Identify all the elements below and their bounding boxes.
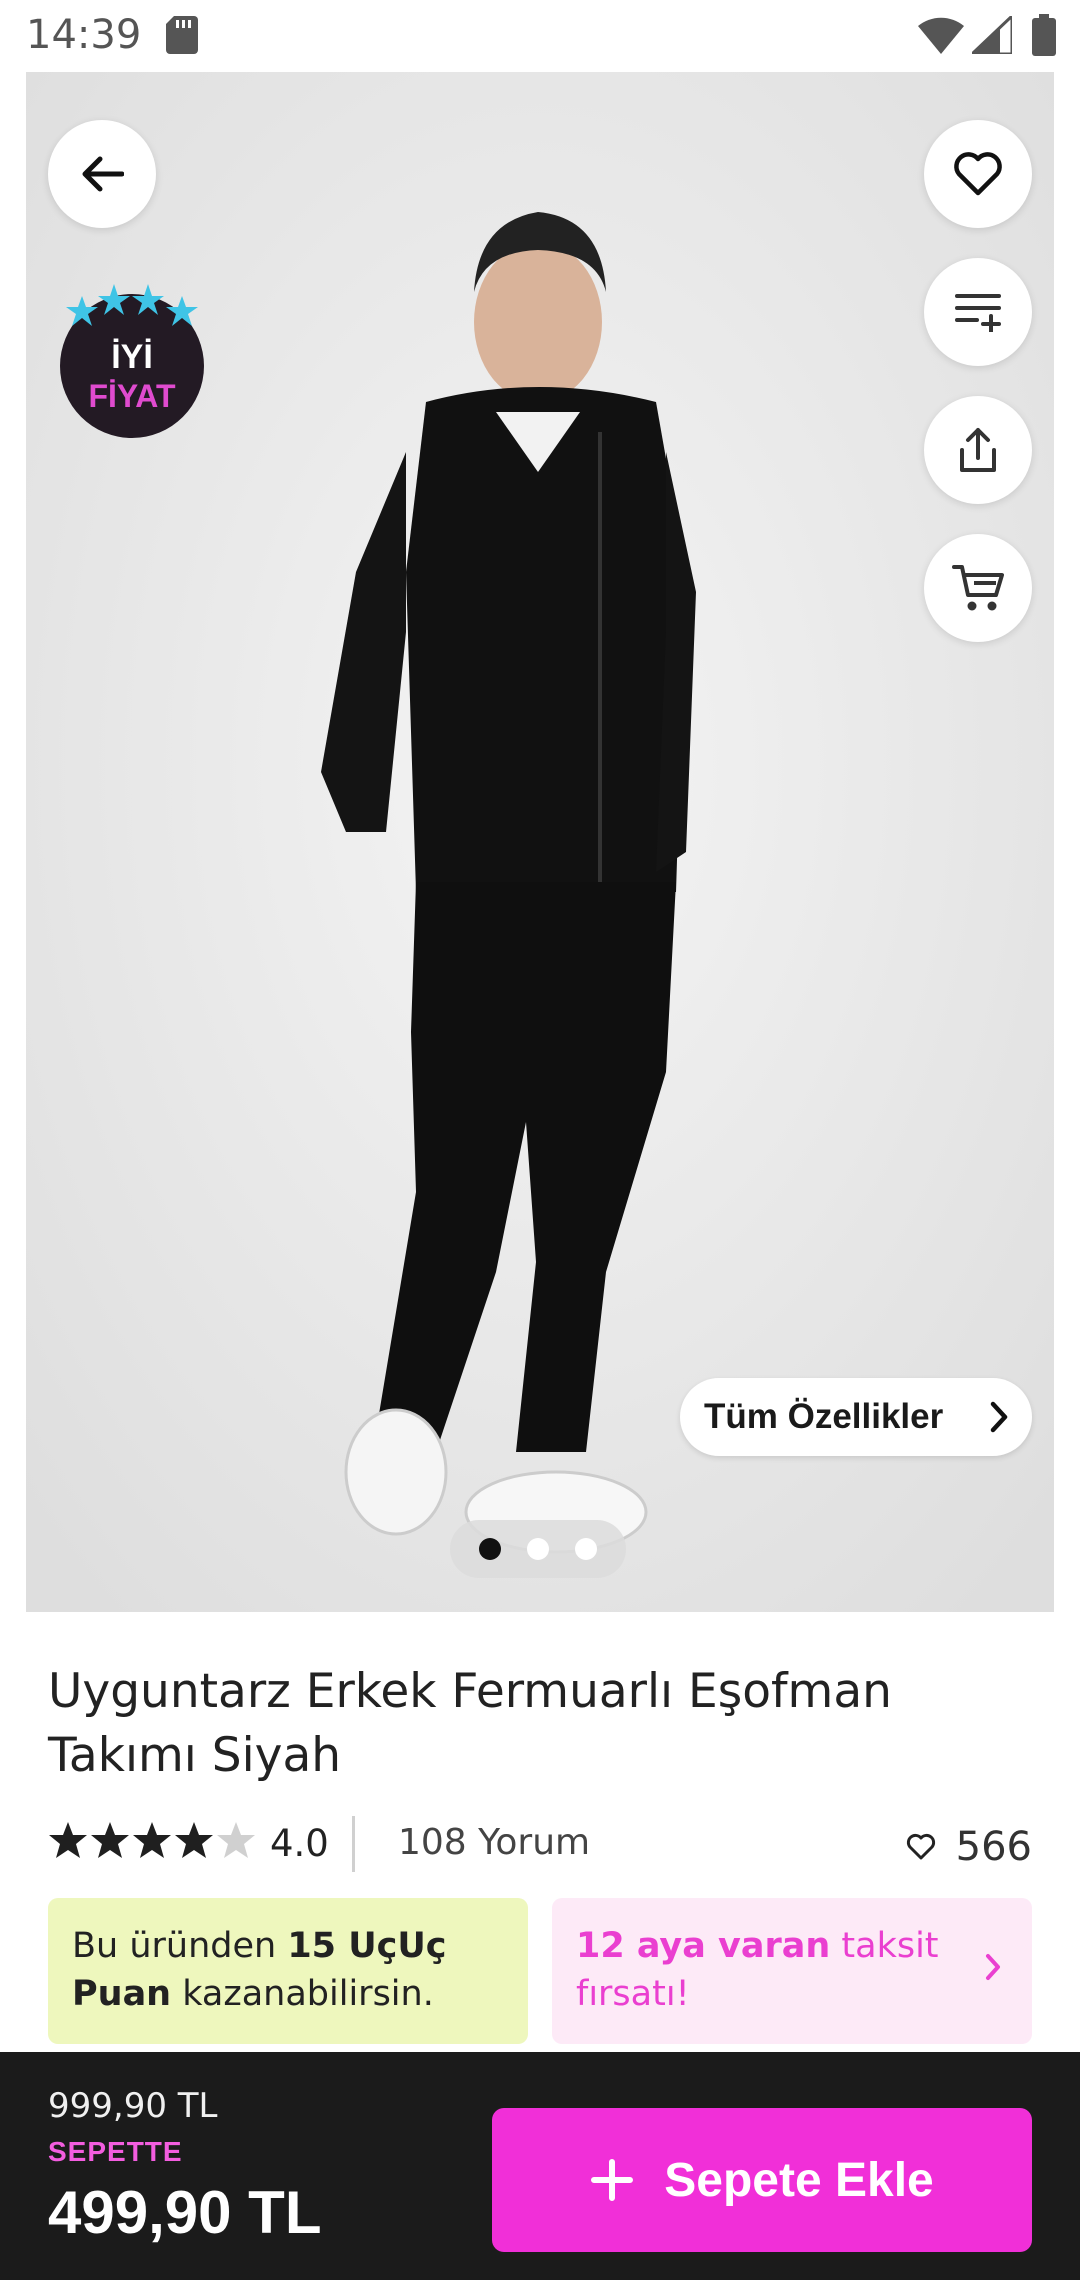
bottom-purchase-bar: 999,90 TL SEPETTE 499,90 TL Sepete Ekle: [0, 2052, 1080, 2280]
status-time: 14:39: [26, 12, 142, 58]
page-dot[interactable]: [575, 1538, 597, 1560]
points-text-suffix: kazanabilirsin.: [171, 1974, 434, 2014]
signal-icon: [972, 16, 1012, 54]
badge-text-line2: FİYAT: [88, 378, 176, 414]
rating-divider: [352, 1816, 355, 1872]
add-to-list-button[interactable]: [924, 258, 1032, 366]
old-price: 999,90 TL: [48, 2086, 218, 2126]
sd-card-icon: [166, 16, 198, 54]
favorite-button[interactable]: [924, 120, 1032, 228]
heart-outline-icon: [906, 1833, 935, 1860]
all-features-button[interactable]: Tüm Özellikler: [680, 1378, 1032, 1456]
page-dot[interactable]: [479, 1538, 501, 1560]
basket-price-label: SEPETTE: [48, 2136, 183, 2167]
rating-stars[interactable]: [48, 1820, 256, 1860]
installment-promo-card[interactable]: 12 aya varan taksit fırsatı!: [552, 1898, 1032, 2044]
back-button[interactable]: [48, 120, 156, 228]
cart-icon: [952, 565, 1004, 611]
rating-value: 4.0: [270, 1822, 329, 1865]
add-to-cart-label: Sepete Ekle: [664, 2153, 934, 2207]
share-button[interactable]: [924, 396, 1032, 504]
wifi-icon: [918, 17, 964, 54]
product-detail-page: 14:39 İYİ FİYAT Tüm Özellikler Uyguntarz…: [0, 0, 1080, 2280]
list-add-icon: [955, 294, 1001, 332]
good-price-badge: İYİ FİYAT: [58, 280, 206, 438]
status-bar: 14:39: [0, 0, 1080, 70]
favorite-count-value: 566: [955, 1824, 1032, 1870]
product-image-gallery[interactable]: İYİ FİYAT Tüm Özellikler: [26, 72, 1054, 1612]
battery-icon: [1032, 14, 1056, 56]
star-icon: [133, 1822, 171, 1858]
chevron-right-icon: [990, 1401, 1008, 1433]
star-empty-icon: [217, 1822, 255, 1858]
star-icon: [91, 1822, 129, 1858]
installment-text-bold: 12 aya varan: [576, 1926, 831, 1966]
star-icon: [49, 1822, 87, 1858]
badge-text-line1: İYİ: [111, 338, 153, 376]
product-title: Uyguntarz Erkek Fermuarlı Eşofman Takımı…: [48, 1664, 892, 1783]
all-features-label: Tüm Özellikler: [704, 1397, 944, 1436]
share-icon: [960, 428, 996, 472]
points-promo-card: Bu üründen 15 UçUç Puan kazanabilirsin.: [48, 1898, 528, 2044]
go-to-cart-button[interactable]: [924, 534, 1032, 642]
chevron-right-icon: [986, 1954, 1000, 1980]
arrow-left-icon: [82, 156, 124, 192]
points-text-prefix: Bu üründen: [72, 1926, 288, 1966]
star-icon: [175, 1822, 213, 1858]
rating-row: 4.0 108 Yorum 566: [48, 1816, 1032, 1876]
heart-icon: [954, 152, 1002, 196]
add-to-cart-button[interactable]: Sepete Ekle: [492, 2108, 1032, 2252]
favorite-count: 566: [906, 1824, 1032, 1870]
gallery-page-indicator[interactable]: [450, 1520, 626, 1578]
review-count-link[interactable]: 108 Yorum: [398, 1822, 590, 1863]
plus-icon: [591, 2159, 634, 2201]
basket-price: 499,90 TL: [48, 2179, 322, 2246]
page-dot[interactable]: [527, 1538, 549, 1560]
